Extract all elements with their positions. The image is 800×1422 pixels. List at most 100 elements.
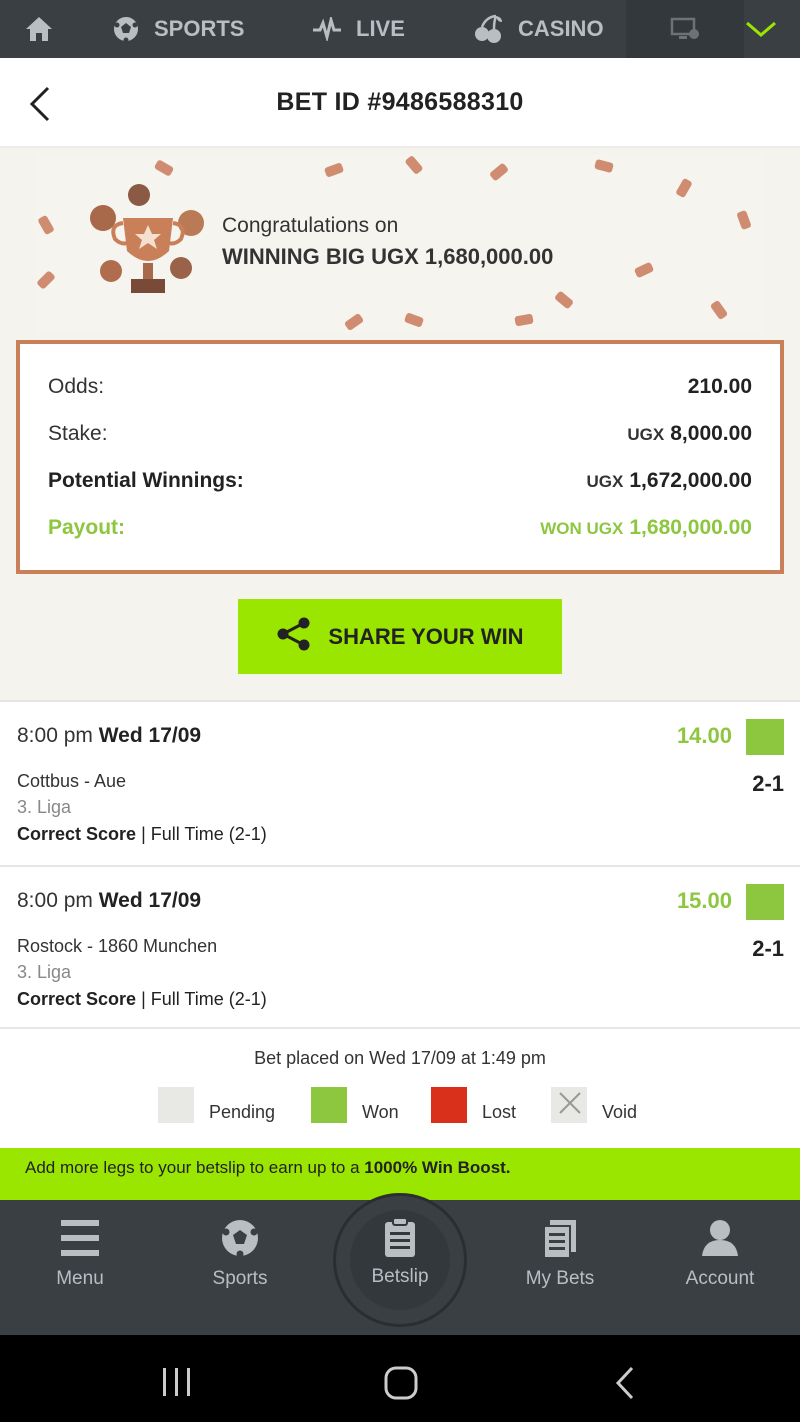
- selection-datetime: 8:00 pm Wed 17/09: [17, 724, 201, 748]
- pending-swatch: [158, 1087, 194, 1123]
- selection-date: Wed 17/09: [98, 889, 202, 912]
- payout-label: Payout:: [48, 516, 126, 539]
- bet-summary-box: Odds: 210.00 Stake: UGX 8,000.00 Potentia…: [16, 340, 784, 574]
- system-navigation-bar: [0, 1335, 800, 1422]
- nav-live[interactable]: LIVE: [312, 0, 405, 58]
- trophy-icon: [73, 173, 223, 318]
- nav-live-label: LIVE: [356, 16, 405, 41]
- payout-currency: WON UGX: [540, 519, 624, 538]
- nav-casino-label: CASINO: [518, 16, 604, 41]
- congratulations-line1: Congratulations on: [222, 214, 399, 237]
- account-label: Account: [685, 1268, 755, 1289]
- potential-winnings-value: 1,672,000.00: [629, 469, 752, 492]
- market-type: Correct Score: [17, 824, 137, 844]
- selection-item[interactable]: 8:00 pm Wed 17/09 14.00 Cottbus - Aue 2-…: [0, 700, 800, 864]
- selection-odds: 15.00: [676, 888, 732, 913]
- bottom-nav-betslip[interactable]: Betslip: [333, 1193, 467, 1327]
- legend-won-label: Won: [362, 1101, 399, 1122]
- share-icon: [276, 617, 328, 657]
- user-icon: [660, 1218, 780, 1258]
- selection-league: 3. Liga: [17, 797, 72, 817]
- selection-odds: 14.00: [676, 723, 732, 748]
- bottom-nav-menu[interactable]: Menu: [20, 1218, 140, 1290]
- nav-sports-label: SPORTS: [154, 16, 245, 41]
- stake-label: Stake:: [48, 422, 108, 445]
- confetti-decoration: [594, 158, 614, 174]
- share-your-win-button[interactable]: SHARE YOUR WIN: [238, 599, 562, 674]
- selection-score: 2-1: [752, 936, 784, 961]
- market-type: Correct Score: [17, 989, 137, 1009]
- confetti-decoration: [488, 162, 510, 182]
- legend-lost-label: Lost: [482, 1101, 517, 1122]
- confetti-decoration: [36, 270, 56, 290]
- page-title: BET ID #9486588310: [276, 88, 524, 116]
- confetti-decoration: [736, 209, 752, 231]
- home-button[interactable]: [383, 1365, 419, 1406]
- confetti-decoration: [553, 290, 575, 310]
- stake-row: Stake: UGX 8,000.00: [48, 419, 752, 449]
- bottom-nav-account[interactable]: Account: [660, 1218, 780, 1290]
- payout-row: Payout: WON UGX 1,680,000.00: [48, 513, 752, 543]
- cherries-icon: [472, 13, 504, 45]
- sports-label: Sports: [212, 1268, 268, 1289]
- selection-league: 3. Liga: [17, 962, 72, 982]
- bet-placed-info: Bet placed on Wed 17/09 at 1:49 pm: [254, 1048, 546, 1068]
- menu-icon: [20, 1218, 140, 1258]
- my-bets-label: My Bets: [525, 1268, 595, 1289]
- soccer-ball-icon: [180, 1218, 300, 1258]
- selection-match: Cottbus - Aue: [17, 771, 127, 791]
- confetti-decoration: [323, 162, 345, 178]
- lost-swatch: [431, 1087, 467, 1123]
- chevron-down-icon: [744, 19, 778, 39]
- confetti-decoration: [403, 312, 425, 328]
- nav-more-button[interactable]: [744, 0, 778, 58]
- odds-label: Odds:: [48, 375, 105, 398]
- boost-text: Add more legs to your betslip to earn up…: [25, 1158, 365, 1177]
- my-bets-icon: [500, 1218, 620, 1258]
- soccer-ball-icon: [112, 15, 140, 43]
- selection-match: Rostock - 1860 Munchen: [17, 936, 218, 956]
- confetti-decoration: [404, 155, 424, 176]
- virtual-screen-icon: [670, 16, 700, 42]
- bottom-nav-sports[interactable]: Sports: [180, 1218, 300, 1290]
- nav-casino[interactable]: CASINO: [472, 0, 604, 58]
- share-button-label: SHARE YOUR WIN: [328, 623, 524, 649]
- selection-market: Correct Score | Full Time (2-1): [17, 824, 267, 845]
- betslip-label: Betslip: [371, 1266, 429, 1287]
- nav-virtual[interactable]: [626, 0, 744, 58]
- pulse-icon: [312, 17, 342, 41]
- selection-date: Wed 17/09: [98, 724, 202, 747]
- market-outcome: | Full Time (2-1): [136, 989, 267, 1009]
- nav-sports[interactable]: SPORTS: [112, 0, 244, 58]
- won-status-indicator: [746, 719, 784, 755]
- boost-highlight: 1000% Win Boost.: [364, 1158, 511, 1177]
- legend-pending: Pending: [158, 1087, 275, 1123]
- system-back-button[interactable]: [610, 1365, 640, 1406]
- legend-void-label: Void: [602, 1101, 638, 1122]
- selection-datetime: 8:00 pm Wed 17/09: [17, 889, 201, 913]
- betslip-content: Betslip: [336, 1218, 464, 1288]
- confetti-decoration: [633, 261, 655, 279]
- confetti-decoration: [37, 214, 55, 236]
- recent-apps-button[interactable]: [160, 1365, 194, 1404]
- bottom-nav-my-bets[interactable]: My Bets: [500, 1218, 620, 1290]
- home-icon: [24, 14, 54, 44]
- congratulations-message: Congratulations on WINNING BIG UGX 1,680…: [222, 214, 553, 270]
- menu-label: Menu: [56, 1268, 104, 1289]
- confetti-decoration: [343, 312, 365, 332]
- legend-void: Void: [551, 1087, 637, 1123]
- selection-item[interactable]: 8:00 pm Wed 17/09 15.00 Rostock - 1860 M…: [0, 865, 800, 1029]
- selection-time: 8:00 pm: [17, 889, 93, 912]
- potential-winnings-row: Potential Winnings: UGX 1,672,000.00: [48, 466, 752, 496]
- payout-value: 1,680,000.00: [629, 516, 752, 539]
- legend-pending-label: Pending: [209, 1101, 276, 1122]
- selection-time: 8:00 pm: [17, 724, 93, 747]
- confetti-decoration: [514, 313, 534, 327]
- stake-currency: UGX: [627, 425, 665, 444]
- potential-winnings-label: Potential Winnings:: [48, 469, 244, 492]
- market-outcome: | Full Time (2-1): [136, 824, 267, 844]
- close-icon: [551, 1092, 587, 1127]
- top-navigation: SPORTS LIVE CASINO: [0, 0, 800, 58]
- stake-value: 8,000.00: [670, 422, 752, 445]
- nav-home[interactable]: [24, 0, 54, 58]
